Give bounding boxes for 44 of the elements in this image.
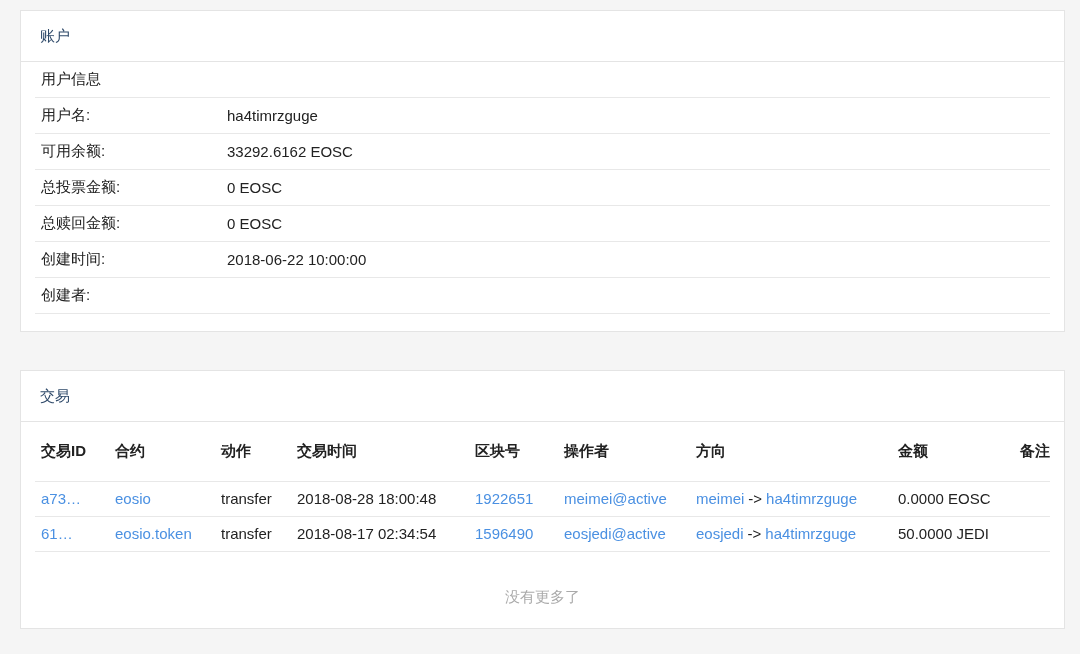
column-header: 备注: [1014, 422, 1050, 481]
table-cell: transfer: [215, 516, 291, 551]
column-header: 合约: [109, 422, 215, 481]
column-header: 金额: [892, 422, 1014, 481]
field-label: 总投票金额:: [41, 178, 122, 197]
account-link[interactable]: ha4timrzguge: [765, 525, 857, 542]
column-header: 交易ID: [35, 422, 109, 481]
transaction-id-link[interactable]: a73…: [41, 490, 82, 507]
section-title: 用户信息: [41, 70, 101, 89]
field-label: 可用余额:: [41, 142, 107, 161]
actor-link[interactable]: eosjedi@active: [564, 525, 666, 542]
field-label: 总赎回金额:: [41, 214, 122, 233]
arrow-text: ->: [747, 525, 762, 542]
contract-link[interactable]: eosio: [115, 490, 151, 507]
contract-link[interactable]: eosio.token: [115, 525, 192, 542]
table-cell: 0.0000 EOSC: [892, 481, 1014, 516]
no-more-text: 没有更多了: [505, 587, 580, 607]
column-header: 区块号: [469, 422, 558, 481]
account-link[interactable]: ha4timrzguge: [766, 490, 857, 507]
card-title: 交易: [40, 386, 70, 406]
field-value: 2018-06-22 10:00:00: [227, 251, 367, 268]
card-title: 账户: [40, 26, 70, 46]
field-label: 创建者:: [41, 286, 92, 305]
actor-link[interactable]: meimei@active: [564, 490, 667, 507]
field-value: ha4timrzguge: [227, 107, 318, 124]
account-link[interactable]: meimei: [696, 490, 745, 507]
column-header: 操作者: [558, 422, 690, 481]
column-header: 动作: [215, 422, 291, 481]
table-cell: 2018-08-17 02:34:54: [291, 516, 469, 551]
table-cell: 2018-08-28 18:00:48: [291, 481, 469, 516]
account-link[interactable]: eosjedi: [696, 525, 744, 542]
transaction-id-link[interactable]: 61…: [41, 525, 73, 542]
arrow-text: ->: [748, 490, 763, 507]
field-value: 33292.6162 EOSC: [227, 143, 353, 160]
block-link[interactable]: 1922651: [475, 490, 534, 507]
field-label: 用户名:: [41, 106, 92, 125]
column-header: 方向: [690, 422, 892, 481]
table-cell: transfer: [215, 481, 291, 516]
table-cell: 50.0000 JEDI: [892, 516, 1014, 551]
field-label: 创建时间:: [41, 250, 107, 269]
block-link[interactable]: 1596490: [475, 525, 534, 542]
field-value: 0 EOSC: [227, 179, 283, 196]
field-value: 0 EOSC: [227, 215, 283, 232]
column-header: 交易时间: [291, 422, 469, 481]
